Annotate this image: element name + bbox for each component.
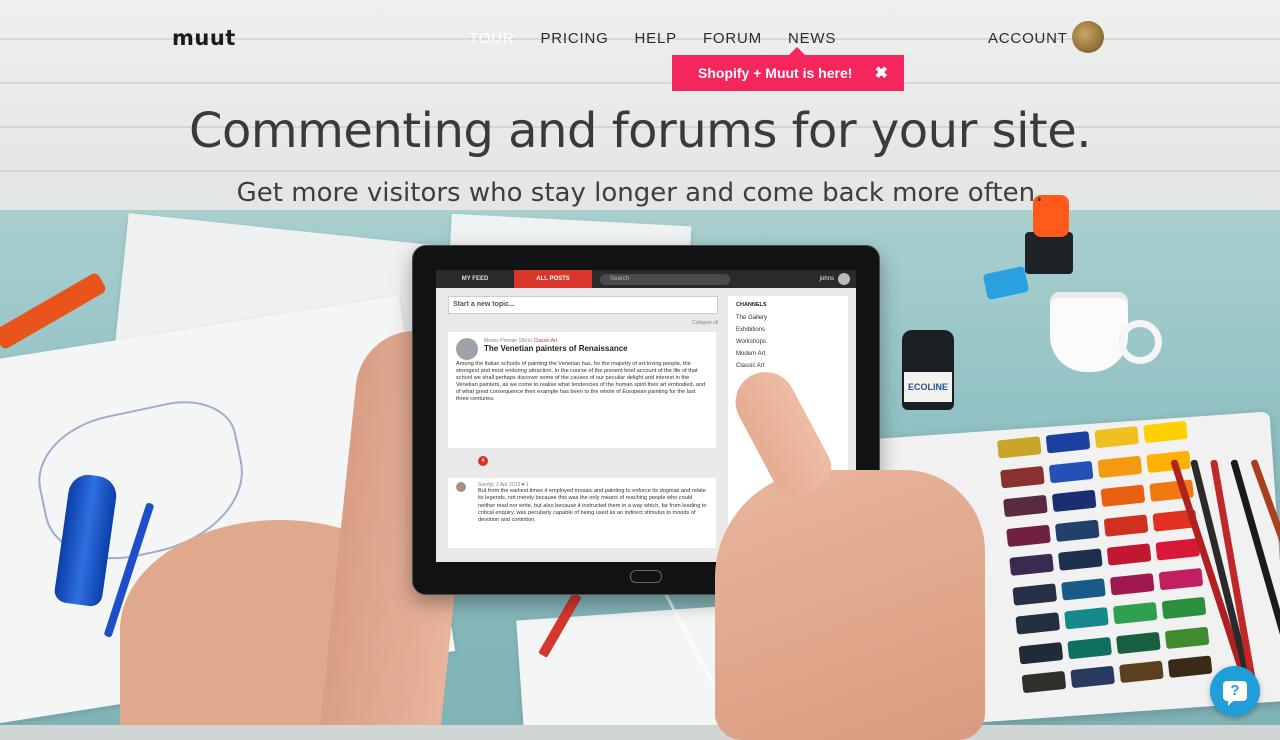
- top-navigation: muut TOUR PRICING HELP FORUM NEWS ACCOUN…: [0, 0, 1280, 80]
- channel-item: Exhibitions: [736, 327, 766, 333]
- nav-tour[interactable]: TOUR: [469, 30, 514, 47]
- promo-text[interactable]: Shopify + Muut is here!: [698, 65, 852, 81]
- app-topbar: MY FEED ALL POSTS Search johns: [436, 270, 856, 288]
- muut-logo[interactable]: muut: [172, 26, 236, 50]
- reply-card: Sandyl, 2 Apr 2013 ♥ 1 But from the earl…: [448, 478, 716, 548]
- shopify-promo-banner[interactable]: Shopify + Muut is here! ✖: [672, 55, 904, 91]
- tablet-search-input: Search: [600, 273, 730, 285]
- nav-help[interactable]: HELP: [635, 30, 677, 47]
- ink-label: ECOLINE: [904, 372, 952, 402]
- stamp: [1025, 232, 1073, 274]
- new-topic-input: Start a new topic...: [448, 296, 718, 314]
- feed-column: Start a new topic... Collapse all Moses …: [448, 296, 718, 562]
- nav-forum[interactable]: FORUM: [703, 30, 762, 47]
- channel-item: The Gallery: [736, 315, 768, 321]
- nav-news[interactable]: NEWS: [788, 30, 836, 47]
- nav-pricing[interactable]: PRICING: [540, 30, 608, 47]
- tablet-username: johns: [819, 276, 834, 282]
- paint-brushes: [1160, 458, 1280, 700]
- reply-count-badge: 4: [478, 456, 488, 466]
- page-subtitle: Get more visitors who stay longer and co…: [236, 178, 1044, 208]
- avatar: [456, 338, 478, 360]
- post-card: Moses Pinman 18d in Classic Art The Vene…: [448, 332, 716, 448]
- avatar[interactable]: [1072, 21, 1104, 53]
- avatar: [838, 273, 850, 285]
- help-chat-button[interactable]: ?: [1210, 666, 1260, 716]
- promo-pointer: [789, 47, 805, 55]
- post-title: The Venetian painters of Renaissance: [484, 344, 628, 353]
- channel-item: Classic Art: [736, 363, 765, 369]
- nav-links: TOUR PRICING HELP FORUM NEWS: [469, 30, 836, 47]
- tab-all-posts: ALL POSTS: [514, 270, 592, 288]
- coffee-cup: [1050, 292, 1128, 372]
- tab-my-feed: MY FEED: [461, 276, 489, 282]
- collapse-all-link: Collapse all: [692, 320, 718, 326]
- account-link[interactable]: ACCOUNT: [988, 30, 1068, 47]
- close-icon[interactable]: ✖: [875, 63, 888, 83]
- tablet-home-button: [630, 570, 662, 583]
- post-body: Among the Italian schools of painting th…: [456, 361, 706, 402]
- page-title: Commenting and forums for your site.: [188, 103, 1092, 159]
- channels-heading: CHANNELS: [736, 302, 767, 308]
- channel-item: Workshops: [736, 339, 766, 345]
- right-hand: [715, 470, 985, 740]
- channel-item: Modern Art: [736, 351, 766, 357]
- reply-body: But from the earliest times it employed …: [478, 488, 707, 524]
- cup-handle: [1118, 320, 1162, 364]
- avatar: [456, 482, 466, 492]
- question-icon: ?: [1223, 681, 1247, 706]
